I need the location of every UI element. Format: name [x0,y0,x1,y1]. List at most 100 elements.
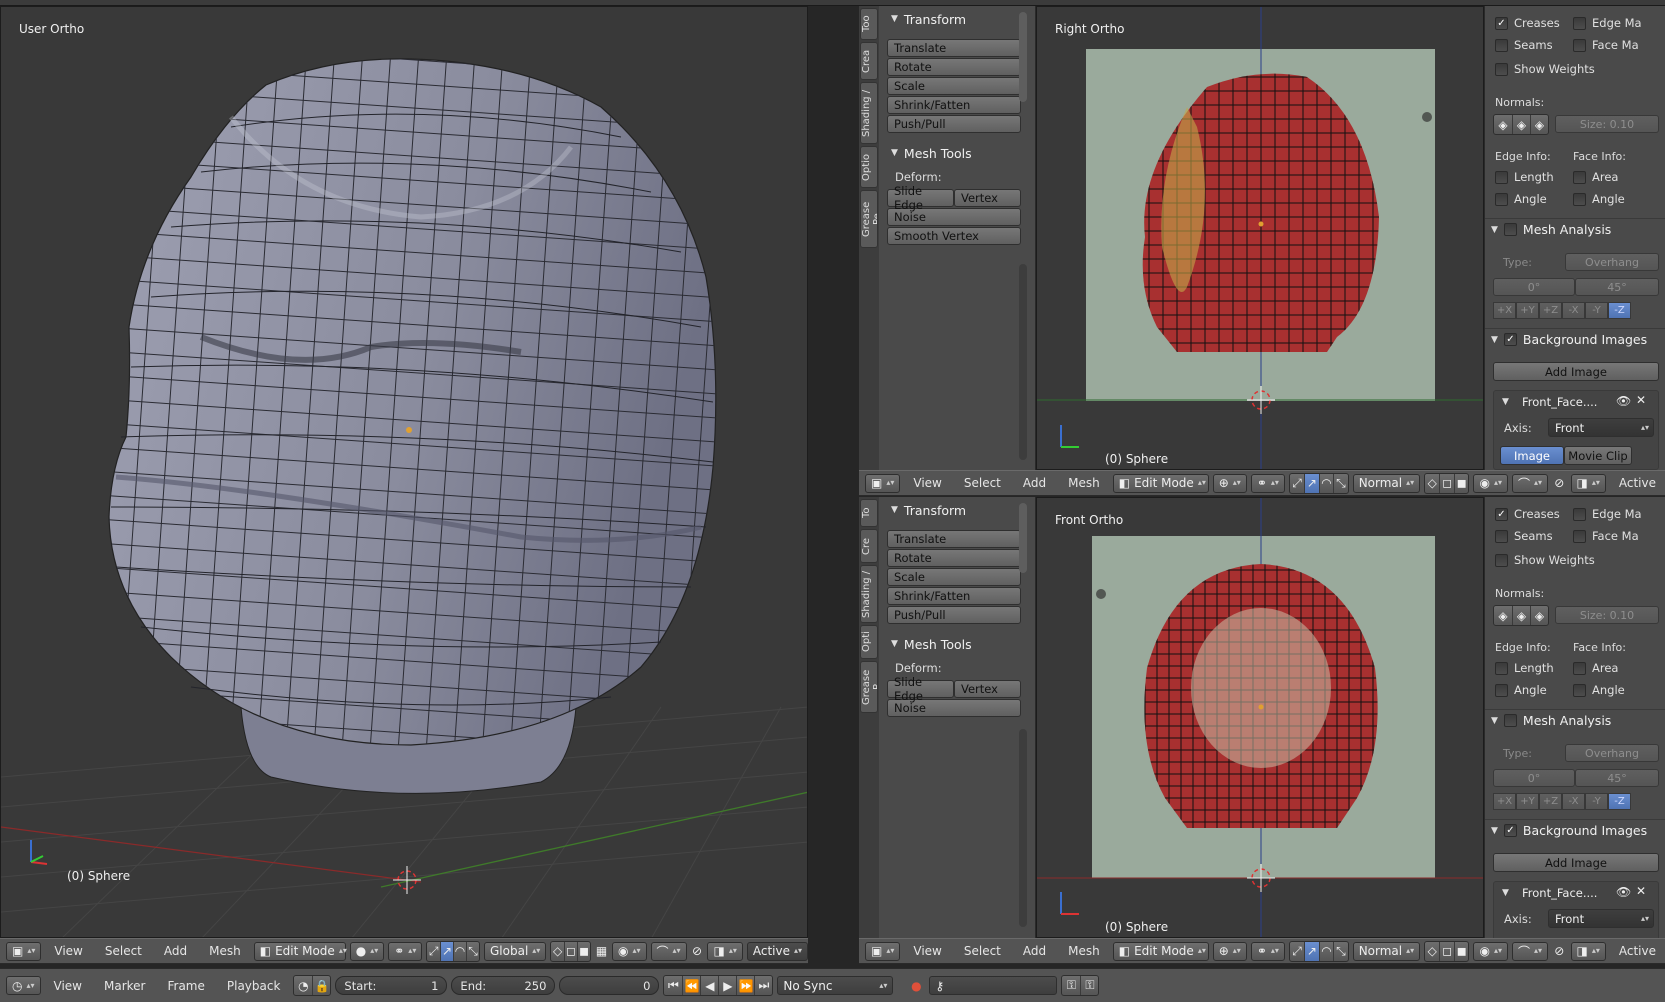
noise-button[interactable]: Noise [887,208,1021,226]
record-icon[interactable]: ● [907,976,925,995]
scale-button[interactable]: Scale [887,77,1021,95]
movie-clip-tab[interactable]: Movie Clip [1564,446,1632,465]
proportional-edit-select[interactable]: ◉ ▴▾ [1473,941,1508,961]
editor-type-button[interactable]: ▣ ▴▾ [865,941,901,961]
manipulator-icon[interactable]: ⤢ [1290,942,1304,961]
shrink-fatten-button[interactable]: Shrink/Fatten [887,587,1021,605]
push-pull-button[interactable]: Push/Pull [887,606,1021,624]
rotate-button[interactable]: Rotate [887,549,1021,567]
analysis-type-select[interactable]: Overhang [1565,744,1659,762]
max-angle-field[interactable]: 45° [1575,278,1659,296]
transform-orientation-select[interactable]: Normal ▴▾ [1352,941,1421,961]
translate-manipulator-icon[interactable]: ↗ [1304,941,1319,961]
menu-add[interactable]: Add [1014,476,1055,490]
pivot-select[interactable]: ⚭ ▴▾ [1250,941,1285,961]
axis-neg-z-button[interactable]: -Z [1608,302,1631,319]
menu-view[interactable]: View [904,944,950,958]
menu-mesh[interactable]: Mesh [1059,476,1109,490]
edge-marks-toggle[interactable]: Edge Ma [1573,16,1642,30]
add-image-button[interactable]: Add Image [1493,362,1659,381]
seams-toggle[interactable]: Seams [1495,38,1553,52]
edge-select-icon[interactable]: ◻ [1439,941,1454,961]
area-toggle[interactable]: Area [1573,661,1618,675]
mesh-analysis-header[interactable]: ▼ Mesh Analysis [1491,713,1659,728]
snap-element-select[interactable]: ◨ ▴▾ [1570,941,1606,961]
menu-add[interactable]: Add [155,944,196,958]
close-icon[interactable]: ✕ [1636,884,1646,898]
shading-select[interactable]: ⊕ ▴▾ [1212,473,1247,493]
vertex-select-icon[interactable]: ◇ [1425,474,1439,493]
viewport-front-ortho[interactable]: Front Ortho (0) Sphere [1036,497,1484,938]
rotate-manipulator-icon[interactable]: ◠ [453,941,466,961]
background-images-header[interactable]: ▼ ✓ Background Images [1491,823,1659,838]
axis-pos-x-button[interactable]: +X [1493,793,1516,810]
split-normals-icon[interactable]: ◈ [1512,115,1530,134]
push-pull-button[interactable]: Push/Pull [887,115,1021,133]
edge-angle-toggle[interactable]: Angle [1495,192,1547,206]
tab-options[interactable]: Optio [860,146,878,188]
menu-marker[interactable]: Marker [95,979,154,993]
area-toggle[interactable]: Area [1573,170,1618,184]
preview-range-icon[interactable]: ◔ [294,976,312,995]
start-frame-field[interactable]: Start: 1 [335,976,448,995]
mode-select[interactable]: ◧ Edit Mode ▴▾ [253,941,347,961]
snap-target-select[interactable]: Active ▴▾ [746,941,808,961]
edge-select-icon[interactable]: ◻ [564,941,577,961]
close-icon[interactable]: ✕ [1636,393,1646,407]
snap-toggle-icon[interactable]: ⊘ [1552,474,1566,493]
rotate-button[interactable]: Rotate [887,58,1021,76]
tab-tools[interactable]: Too [860,8,878,40]
transform-orientation-select[interactable]: Normal ▴▾ [1352,473,1421,493]
checkbox-icon[interactable] [1503,714,1517,727]
face-angle-toggle[interactable]: Angle [1573,683,1625,697]
translate-manipulator-icon[interactable]: ↗ [440,941,454,961]
menu-view[interactable]: View [45,944,91,958]
editor-type-button[interactable]: ▣ ▴▾ [6,941,42,961]
jump-start-icon[interactable]: ⏮ [664,976,682,995]
shelf-scrollbar-lower[interactable] [1019,264,1027,460]
tab-create[interactable]: Crea [860,42,878,80]
mesh-analysis-header[interactable]: ▼ Mesh Analysis [1491,222,1659,237]
split-normals-icon[interactable]: ◈ [1512,606,1530,625]
falloff-select[interactable]: ⌒ ▴▾ [1512,473,1549,493]
slide-edge-button[interactable]: Slide Edge [887,675,954,703]
creases-toggle[interactable]: ✓ Creases [1495,507,1560,521]
transform-orientation-select[interactable]: Global ▴▾ [484,941,547,961]
vertex-normals-icon[interactable]: ◈ [1494,115,1512,134]
axis-neg-x-button[interactable]: -X [1562,793,1585,810]
show-weights-toggle[interactable]: Show Weights [1495,553,1595,567]
tab-create[interactable]: Cre [860,529,878,563]
jump-end-icon[interactable]: ⏭ [754,976,772,995]
min-angle-field[interactable]: 0° [1493,769,1575,787]
axis-neg-z-button[interactable]: -Z [1608,793,1631,810]
axis-select[interactable]: Front ▴▾ [1548,909,1654,928]
translate-manipulator-icon[interactable]: ↗ [1304,473,1319,493]
tab-shading[interactable]: Shading / [860,82,878,144]
pivot-select[interactable]: ⚭ ▴▾ [388,941,423,961]
face-angle-toggle[interactable]: Angle [1573,192,1625,206]
prev-keyframe-icon[interactable]: ⏪ [682,976,700,995]
menu-view[interactable]: View [904,476,950,490]
transform-panel-header[interactable]: ▼ Transform [883,8,1025,30]
mode-select[interactable]: ◧ Edit Mode ▴▾ [1112,941,1209,961]
vertex-slide-button[interactable]: Vertex [954,680,1021,698]
axis-neg-y-button[interactable]: -Y [1585,793,1608,810]
vertex-normals-icon[interactable]: ◈ [1494,606,1512,625]
face-select-icon[interactable]: ◼ [577,941,590,961]
snap-toggle-icon[interactable]: ⊘ [1552,942,1566,961]
slide-edge-button[interactable]: Slide Edge [887,184,954,212]
delete-keyframe-icon[interactable]: ⚿ [1080,976,1098,995]
lock-icon[interactable]: 🔒 [312,976,330,995]
checkbox-icon[interactable] [1503,223,1517,236]
scale-manipulator-icon[interactable]: ⤡ [1333,941,1347,961]
menu-frame[interactable]: Frame [158,979,213,993]
menu-select[interactable]: Select [96,944,151,958]
keying-set-field[interactable]: ⚷ [929,976,1058,995]
falloff-select[interactable]: ⌒ ▴▾ [650,941,687,961]
face-normals-icon[interactable]: ◈ [1530,115,1548,134]
shelf-scrollbar[interactable] [1019,12,1027,102]
normals-size-field[interactable]: Size: 0.10 [1555,606,1659,624]
axis-pos-z-button[interactable]: +Z [1539,793,1562,810]
limit-selection-icon[interactable]: ▦ [595,942,608,961]
smooth-vertex-button[interactable]: Smooth Vertex [887,227,1021,245]
